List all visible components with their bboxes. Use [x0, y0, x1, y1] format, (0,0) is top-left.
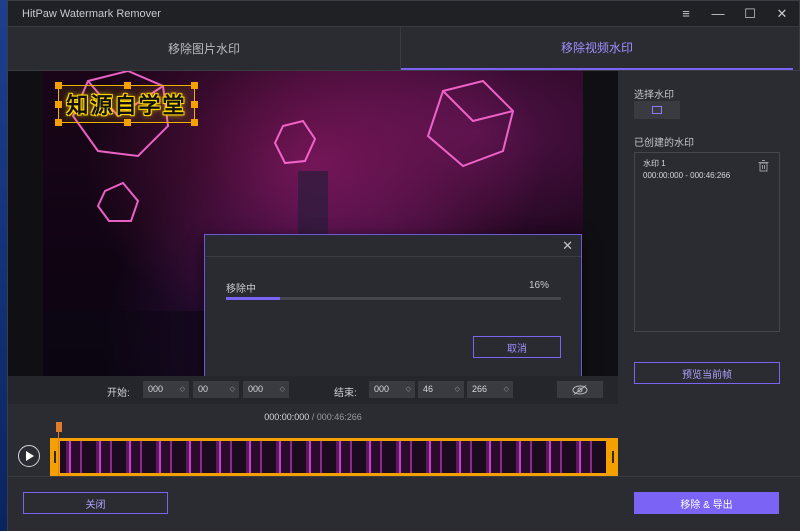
trim-handle-right[interactable]: [608, 441, 618, 473]
time-range-controls: 开始: 000 ◇ 00 ◇ 000 ◇ 结束: 000 ◇ 46 ◇ 266 ◇: [8, 376, 618, 404]
watermark-time-range: 000:00:000 - 000:46:266: [643, 171, 731, 180]
timeline: 000:00:000 / 000:46:266: [8, 404, 618, 479]
start-seconds-value: 00: [198, 384, 209, 394]
playhead[interactable]: [58, 424, 59, 479]
start-ms-input[interactable]: 000 ◇: [243, 381, 289, 398]
spinner-icon[interactable]: ◇: [455, 381, 460, 398]
video-preview-area: 知源自学堂 ✕ 移除中 16% 取消: [8, 71, 618, 379]
play-button[interactable]: [18, 445, 40, 467]
progress-percent: 16%: [528, 280, 549, 291]
close-dialog-icon[interactable]: ✕: [562, 238, 573, 254]
end-seconds-value: 46: [423, 384, 434, 394]
trash-icon[interactable]: [758, 160, 769, 172]
watermark-selection-box[interactable]: 知源自学堂: [55, 82, 198, 126]
spinner-icon[interactable]: ◇: [406, 381, 411, 398]
resize-handle-b[interactable]: [124, 119, 131, 126]
progress-status: 移除中: [226, 284, 256, 295]
spinner-icon[interactable]: ◇: [230, 381, 235, 398]
watermark-name: 水印 1: [643, 159, 666, 168]
resize-handle-r[interactable]: [191, 101, 198, 108]
spinner-icon[interactable]: ◇: [180, 381, 185, 398]
start-minutes-input[interactable]: 000 ◇: [143, 381, 189, 398]
tab-remove-image-watermark[interactable]: 移除图片水印: [8, 27, 401, 70]
end-minutes-value: 000: [374, 384, 390, 394]
playhead-handle[interactable]: [56, 422, 62, 432]
resize-handle-tl[interactable]: [55, 82, 62, 89]
time-separator: /: [309, 412, 317, 422]
minimize-icon[interactable]: —: [711, 5, 725, 23]
mode-tabs: 移除图片水印 移除视频水印: [8, 27, 799, 71]
resize-handle-t[interactable]: [124, 82, 131, 89]
title-bar: HitPaw Watermark Remover ≡ — ☐ ✕: [8, 1, 799, 27]
resize-handle-tr[interactable]: [191, 82, 198, 89]
select-watermark-label: 选择水印: [634, 90, 674, 101]
eye-slash-icon: [572, 384, 588, 395]
tab-remove-video-watermark[interactable]: 移除视频水印: [401, 27, 793, 70]
app-window: HitPaw Watermark Remover ≡ — ☐ ✕ 移除图片水印 …: [7, 0, 800, 531]
start-seconds-input[interactable]: 00 ◇: [193, 381, 239, 398]
removal-progress-dialog: ✕ 移除中 16% 取消: [204, 234, 582, 379]
frame-thumbnails: [60, 441, 606, 473]
resize-handle-br[interactable]: [191, 119, 198, 126]
play-icon: [26, 451, 34, 461]
start-label: 开始:: [107, 388, 130, 399]
maximize-icon[interactable]: ☐: [743, 5, 757, 23]
resize-handle-l[interactable]: [55, 101, 62, 108]
start-ms-value: 000: [248, 384, 264, 394]
progress-bar: [226, 297, 561, 300]
watermark-list: 水印 1 000:00:000 - 000:46:266: [634, 152, 780, 332]
preview-current-frame-button[interactable]: 预览当前帧: [634, 362, 780, 384]
close-button[interactable]: 关闭: [23, 492, 168, 514]
selection-box-icon: [652, 106, 662, 114]
window-title: HitPaw Watermark Remover: [22, 7, 161, 20]
end-ms-value: 266: [472, 384, 488, 394]
current-time: 000:00:000: [264, 412, 310, 422]
end-label: 结束:: [334, 388, 357, 399]
toggle-visibility-button[interactable]: [557, 381, 603, 398]
spinner-icon[interactable]: ◇: [504, 381, 509, 398]
created-watermarks-label: 已创建的水印: [634, 138, 694, 149]
close-window-icon[interactable]: ✕: [775, 5, 789, 23]
resize-handle-bl[interactable]: [55, 119, 62, 126]
watermark-panel: 选择水印 已创建的水印 水印 1 000:00:000 - 000:46:266…: [620, 71, 800, 476]
start-minutes-value: 000: [148, 384, 164, 394]
remove-and-export-button[interactable]: 移除 & 导出: [634, 492, 779, 514]
footer-bar: 关闭 移除 & 导出: [8, 476, 800, 531]
progress-fill: [226, 297, 280, 300]
end-ms-input[interactable]: 266 ◇: [467, 381, 513, 398]
dialog-header: ✕: [205, 235, 581, 257]
menu-icon[interactable]: ≡: [679, 5, 693, 23]
timeline-track[interactable]: [50, 438, 618, 476]
spinner-icon[interactable]: ◇: [280, 381, 285, 398]
end-seconds-input[interactable]: 46 ◇: [418, 381, 464, 398]
cancel-button[interactable]: 取消: [473, 336, 561, 358]
end-minutes-input[interactable]: 000 ◇: [369, 381, 415, 398]
select-watermark-button[interactable]: [634, 101, 680, 119]
watermark-text: 知源自学堂: [66, 93, 187, 119]
timecode: 000:00:000 / 000:46:266: [8, 412, 618, 422]
total-time: 000:46:266: [316, 412, 362, 422]
window-controls: ≡ — ☐ ✕: [679, 5, 789, 23]
